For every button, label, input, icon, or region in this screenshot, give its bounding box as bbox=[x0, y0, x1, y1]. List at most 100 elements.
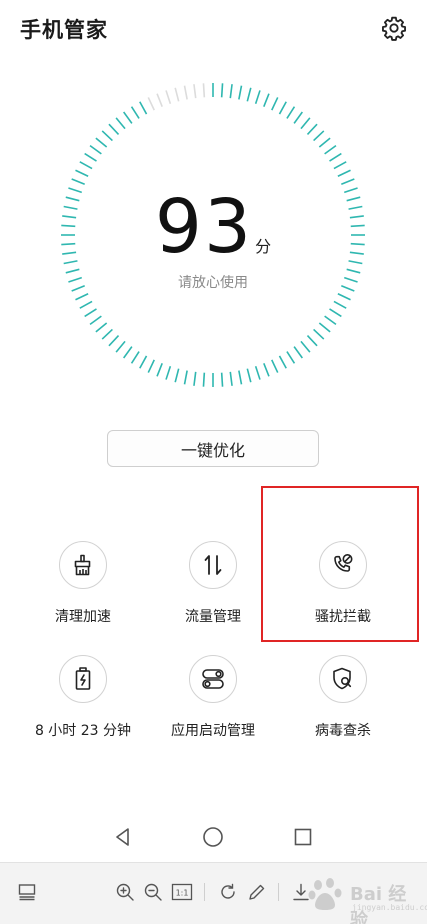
score-tick-filled bbox=[79, 161, 93, 170]
settings-button[interactable] bbox=[378, 12, 410, 44]
feature-battery-label: 8 小时 23 分钟 bbox=[34, 723, 132, 739]
score-tick-empty bbox=[183, 85, 188, 100]
score-tick-filled bbox=[318, 137, 331, 148]
score-tick-filled bbox=[156, 363, 163, 377]
score-tick-filled bbox=[300, 340, 311, 353]
score-tick-filled bbox=[174, 368, 180, 383]
score-tick-filled bbox=[329, 152, 342, 162]
zoom-in-icon bbox=[116, 883, 134, 901]
score-tick-empty bbox=[193, 84, 197, 99]
zoom-out-button[interactable] bbox=[142, 881, 164, 903]
score-tick-filled bbox=[337, 169, 351, 177]
edit-pencil-icon bbox=[249, 884, 265, 900]
score-tick-filled bbox=[101, 130, 113, 142]
score-tick-filled bbox=[89, 315, 102, 325]
score-tick-filled bbox=[324, 145, 337, 155]
rotate-button[interactable] bbox=[217, 881, 239, 903]
score-tick-filled bbox=[246, 368, 252, 383]
score-tick-filled bbox=[286, 106, 296, 119]
zoom-out-icon bbox=[144, 883, 162, 901]
back-triangle-icon bbox=[116, 828, 129, 846]
score-tick-filled bbox=[123, 346, 133, 359]
score-tick-filled bbox=[139, 355, 148, 369]
score-tick-filled bbox=[229, 84, 233, 99]
score-value: 93 bbox=[154, 184, 254, 270]
score-tick-filled bbox=[271, 359, 279, 373]
feature-app-launch-label: 应用启动管理 bbox=[171, 723, 255, 739]
score-tick-filled bbox=[71, 178, 85, 185]
score-tick-filled bbox=[238, 370, 243, 385]
score-tick-filled bbox=[115, 340, 126, 353]
score-tick-filled bbox=[147, 359, 155, 373]
score-tick-filled bbox=[193, 371, 197, 386]
score-tick-filled bbox=[75, 293, 89, 301]
app-launch-icon bbox=[202, 669, 224, 689]
score-tick-filled bbox=[139, 101, 148, 115]
feature-cleanup-circle bbox=[59, 541, 107, 589]
score-tick-filled bbox=[84, 308, 97, 318]
feature-virus-scan[interactable]: 病毒查杀 bbox=[278, 655, 408, 740]
score-tick-filled bbox=[333, 161, 347, 170]
score-tick-filled bbox=[313, 130, 325, 142]
feature-app-launch[interactable]: 应用启动管理 bbox=[148, 655, 278, 740]
score-tick-filled bbox=[278, 101, 287, 115]
battery-icon bbox=[75, 667, 91, 690]
home-button[interactable] bbox=[202, 826, 224, 848]
score-tick-filled bbox=[254, 366, 261, 380]
score-tick-empty bbox=[202, 83, 206, 98]
feature-virus-circle bbox=[319, 655, 367, 703]
score-tick-filled bbox=[202, 372, 206, 387]
highlight-box bbox=[261, 486, 419, 642]
score-tick-filled bbox=[293, 111, 303, 124]
layout-button[interactable] bbox=[16, 881, 38, 903]
recents-square-icon bbox=[294, 828, 312, 846]
actual-size-button[interactable]: 1:1 bbox=[171, 881, 193, 903]
score-tick-filled bbox=[238, 85, 243, 100]
watermark-text: Bai 经验 bbox=[350, 884, 407, 924]
score-tick-filled bbox=[306, 335, 318, 347]
score-tick-empty bbox=[147, 97, 155, 111]
actual-size-label: 1:1 bbox=[176, 889, 189, 898]
back-button[interactable] bbox=[112, 826, 134, 848]
score-tick-filled bbox=[271, 97, 279, 111]
feature-cleanup[interactable]: 清理加速 bbox=[18, 541, 148, 626]
score-tick-filled bbox=[123, 111, 133, 124]
score-tick-filled bbox=[115, 117, 126, 130]
paw-logo-icon bbox=[308, 878, 342, 910]
score-tick-filled bbox=[313, 328, 325, 340]
edit-button[interactable] bbox=[246, 881, 268, 903]
score-tick-filled bbox=[89, 145, 102, 155]
rotate-icon bbox=[221, 883, 235, 899]
score-tick-empty bbox=[156, 93, 163, 107]
score-tick-filled bbox=[341, 178, 355, 185]
score-tick-filled bbox=[318, 322, 331, 333]
score-tick-filled bbox=[95, 322, 108, 333]
score-tick-filled bbox=[246, 87, 252, 102]
score-tick-filled bbox=[79, 300, 93, 309]
header: 手机管家 bbox=[0, 0, 427, 56]
feature-battery-circle bbox=[59, 655, 107, 703]
one-click-optimize-button[interactable]: 一键优化 bbox=[107, 430, 319, 467]
data-transfer-icon bbox=[204, 555, 222, 575]
zoom-in-button[interactable] bbox=[114, 881, 136, 903]
score-tick-filled bbox=[337, 293, 351, 301]
feature-virus-label: 病毒查杀 bbox=[315, 723, 371, 739]
app-title: 手机管家 bbox=[20, 18, 108, 42]
feature-battery[interactable]: 8 小时 23 分钟 bbox=[18, 655, 148, 740]
score-tick-filled bbox=[254, 90, 261, 104]
layout-icon bbox=[18, 884, 36, 901]
score-tick-filled bbox=[183, 370, 188, 385]
recents-button[interactable] bbox=[292, 826, 314, 848]
score-tick-filled bbox=[108, 123, 120, 135]
baidu-jingyan-watermark: Bai 经验 jingyan.baidu.com bbox=[300, 870, 427, 924]
home-circle-icon bbox=[203, 827, 223, 847]
toolbar-separator bbox=[204, 883, 205, 901]
score-unit: 分 bbox=[255, 237, 272, 256]
feature-data-label: 流量管理 bbox=[185, 609, 241, 625]
virus-scan-icon bbox=[333, 667, 352, 690]
score-tick-filled bbox=[333, 300, 347, 309]
feature-cleanup-label: 清理加速 bbox=[55, 609, 111, 625]
score-tick-filled bbox=[278, 355, 287, 369]
feature-data-management[interactable]: 流量管理 bbox=[148, 541, 278, 626]
score-tick-filled bbox=[263, 363, 270, 377]
